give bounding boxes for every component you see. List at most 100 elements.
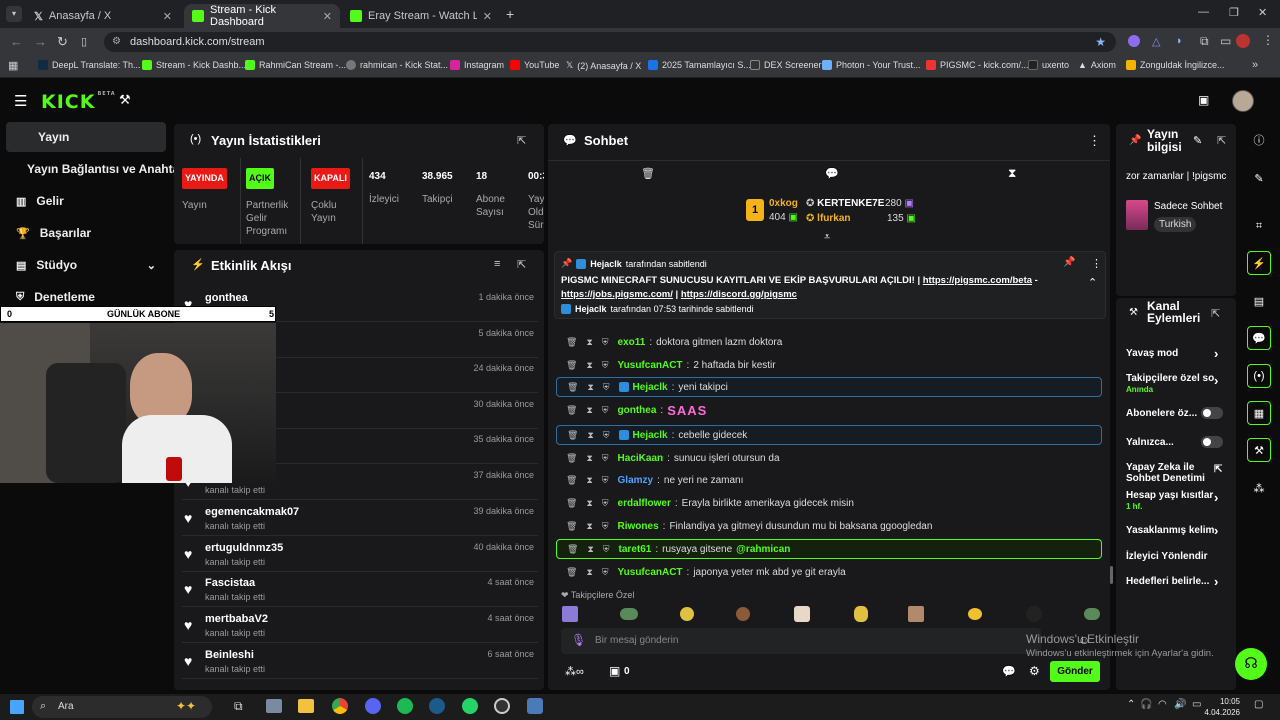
chat-username[interactable]: Riwones	[618, 521, 659, 532]
document-icon[interactable]: ▤	[1247, 289, 1271, 313]
send-button[interactable]: Gönder	[1050, 661, 1100, 682]
emote-icon[interactable]	[680, 607, 694, 621]
tab-eray-stream[interactable]: Eray Stream - Watch Live on Kic ✕	[342, 4, 500, 28]
category-name[interactable]: Sadece Sohbet	[1154, 201, 1222, 212]
sidebar-item-gelir[interactable]: ▥ Gelir	[6, 186, 166, 216]
ban-shield-icon[interactable]: ⛨	[602, 567, 609, 578]
activity-username[interactable]: Beinleshi	[205, 649, 254, 661]
emote-icon[interactable]	[620, 608, 638, 620]
goals-row[interactable]: Hedefleri belirle... ›	[1126, 574, 1228, 589]
category-thumbnail[interactable]	[1126, 200, 1148, 230]
ban-shield-icon[interactable]: ⛨	[602, 475, 609, 486]
close-icon[interactable]: ✕	[163, 10, 172, 23]
gift-icon[interactable]: ▣	[609, 664, 620, 678]
menu-dots-icon[interactable]: ⋮	[1262, 33, 1274, 47]
bookmark-item[interactable]: RahmiCan Stream -...	[245, 60, 346, 70]
chat-input[interactable]: 🎙 Bir mesaj gönderin	[561, 628, 1041, 654]
timeout-icon[interactable]: ⧗	[586, 498, 592, 509]
account-age-row[interactable]: Hesap yaşı kısıtlar 1 hf. ›	[1126, 490, 1228, 512]
tray-chevron-icon[interactable]: ⌃	[1127, 699, 1135, 710]
bookmark-item[interactable]: 2025 Tamamlayıcı S...	[648, 60, 751, 70]
extensions-puzzle-icon[interactable]: ⧉	[1200, 34, 1209, 49]
ban-shield-icon[interactable]: ⛨	[602, 498, 609, 509]
site-info-icon[interactable]: ⚙	[112, 32, 121, 52]
sidebar-item-stream-key[interactable]: Yayın Bağlantısı ve Anahtarı	[6, 154, 187, 184]
emote-icon[interactable]	[562, 606, 578, 622]
popout-icon[interactable]: ⇱	[517, 258, 526, 271]
address-bar[interactable]: ⚙ dashboard.kick.com/stream ★	[104, 32, 1116, 52]
bookmark-item[interactable]: PIGSMC - kick.com/...	[926, 60, 1029, 70]
delete-icon[interactable]: 🗑	[566, 567, 577, 578]
followers-only-row[interactable]: Takipçilere özel so Anında ›	[1126, 373, 1228, 395]
task-view-icon[interactable]: ⧉	[234, 699, 243, 714]
sidebar-item-studyo[interactable]: ▤ Stüdyo ⌄	[6, 250, 166, 280]
emote-icon[interactable]	[1026, 606, 1042, 622]
activity-rail-icon[interactable]: ⚡	[1247, 251, 1271, 275]
wifi-icon[interactable]: ◠	[1158, 699, 1167, 710]
chrome-app-icon[interactable]	[332, 698, 348, 714]
bookmark-item[interactable]: Zonguldak İngilizce...	[1126, 60, 1225, 70]
taskbar-search[interactable]: ⌕ Ara ✦✦	[32, 696, 212, 718]
sidebar-toggle-icon[interactable]: ▯	[81, 35, 87, 48]
steam-app-icon[interactable]	[429, 698, 445, 714]
windows-start-icon[interactable]	[10, 700, 24, 714]
emote-icon[interactable]	[908, 606, 924, 622]
filter-icon[interactable]: ≡	[494, 258, 500, 270]
chat-username[interactable]: erdalflower	[618, 498, 671, 509]
pinned-link[interactable]: https://discord.gg/pigsmc	[681, 289, 797, 300]
share-icon[interactable]: ⁂	[1247, 476, 1271, 500]
chat-username[interactable]: gonthea	[618, 405, 657, 416]
ban-shield-icon[interactable]: ⛨	[603, 382, 610, 393]
emote-icon[interactable]	[736, 607, 750, 621]
new-tab-button[interactable]: +	[506, 6, 514, 22]
timeout-icon[interactable]: ⧗	[586, 405, 592, 416]
bookmark-item[interactable]: rahmican - Kick Stat...	[346, 60, 448, 70]
delete-icon[interactable]: 🗑	[566, 405, 577, 416]
close-icon[interactable]: ✕	[483, 10, 492, 23]
timeout-icon[interactable]: ⧗	[586, 360, 592, 371]
wrench-rail-icon[interactable]: ⚒	[1247, 438, 1271, 462]
explorer-app-icon[interactable]	[266, 699, 282, 713]
restore-button[interactable]: ❐	[1229, 6, 1239, 19]
timeout-icon[interactable]: ⧗	[587, 382, 593, 393]
support-chat-button[interactable]: ☊	[1235, 648, 1267, 680]
volume-icon[interactable]: 🔊	[1174, 699, 1186, 710]
bookmark-item[interactable]: Stream - Kick Dashb...	[142, 60, 246, 70]
chat-rail-icon[interactable]: 💬	[1247, 326, 1271, 350]
timeout-icon[interactable]: ⧗	[586, 475, 592, 486]
chat-mention[interactable]: @rahmican	[736, 544, 790, 555]
chat-scrollbar[interactable]	[1110, 566, 1113, 584]
back-icon[interactable]: ←	[10, 34, 23, 49]
info-icon[interactable]: ⓘ	[1247, 128, 1271, 152]
popout-icon[interactable]: ⇱	[1217, 134, 1226, 147]
menu-dots-icon[interactable]: ⋮	[1088, 133, 1101, 149]
microphone-icon[interactable]: 🎙	[571, 633, 586, 647]
split-view-icon[interactable]: ▭	[1220, 34, 1231, 48]
delete-icon[interactable]: 🗑	[566, 360, 577, 371]
emote-only-toggle[interactable]	[1201, 436, 1223, 448]
ban-shield-icon[interactable]: ⛨	[602, 337, 609, 348]
hammer-icon[interactable]: ⚒	[119, 92, 131, 108]
emote-icon[interactable]	[968, 608, 982, 620]
activity-username[interactable]: egemencakmak07	[205, 506, 299, 518]
leader-name[interactable]: KERTENKE7E	[817, 198, 884, 209]
bookmark-item[interactable]: YouTube	[510, 60, 559, 70]
obs-app-icon[interactable]	[494, 698, 510, 714]
wallet-icon[interactable]: ▣	[1198, 93, 1209, 107]
chat-username[interactable]: taret61	[619, 544, 652, 555]
extension-icon[interactable]	[1128, 35, 1140, 47]
banned-words-row[interactable]: Yasaklanmış kelim ›	[1126, 523, 1228, 538]
tab-list-button[interactable]: ▾	[6, 6, 22, 22]
ban-shield-icon[interactable]: ⛨	[603, 430, 610, 441]
pinned-link[interactable]: https://jobs.pigsmc.com/	[561, 289, 673, 300]
bookmark-item[interactable]: DEX Screener	[750, 60, 822, 70]
delete-icon[interactable]: 🗑	[566, 475, 577, 486]
bookmark-item[interactable]: Instagram	[450, 60, 504, 70]
sidebar-item-basarilar[interactable]: 🏆 Başarılar	[6, 218, 166, 248]
timeout-icon[interactable]: ⧗	[587, 544, 593, 555]
activity-username[interactable]: mertbabaV2	[205, 613, 268, 625]
more-bookmarks-icon[interactable]: »	[1252, 59, 1258, 71]
activity-username[interactable]: ertuguldnmz35	[205, 542, 283, 554]
delete-icon[interactable]: 🗑	[566, 337, 577, 348]
bookmark-star-icon[interactable]: ★	[1095, 32, 1106, 52]
